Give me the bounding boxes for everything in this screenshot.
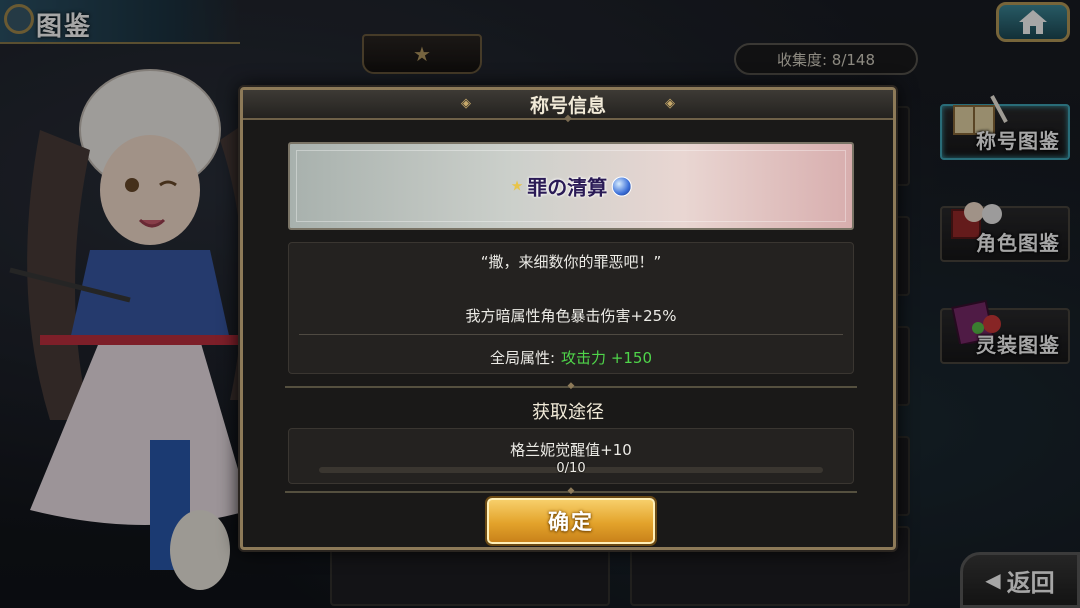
title-banner: ★ 罪の清算 [288, 142, 854, 230]
diamond-ornament-icon: ◈ [461, 96, 471, 111]
ornament-icon: ◆ [564, 113, 572, 124]
divider-ornament-icon: ◆ [567, 486, 575, 496]
dark-orb-icon [611, 176, 632, 196]
title-badge-name: 罪の清算 [527, 175, 608, 200]
dialog-header: ◈ 称号信息 ◈ ◆ [243, 90, 893, 124]
confirm-button-label: 确定 [548, 510, 594, 534]
acquire-section-title: 获取途径 [532, 402, 604, 423]
global-attribute: 全局属性: 攻击力 +150 [289, 347, 853, 368]
acquire-condition-panel: 格兰妮觉醒值+10 0/10 [288, 428, 854, 484]
diamond-ornament-icon: ◈ [665, 96, 675, 111]
global-attribute-label: 全局属性: [489, 349, 556, 367]
divider-ornament-icon: ◆ [567, 381, 575, 391]
title-description-panel: “撒，来细数你的罪恶吧！” 我方暗属性角色暴击伤害+25% 全局属性: 攻击力 +… [288, 242, 854, 374]
global-attribute-bonus: 攻击力 +150 [561, 349, 653, 367]
title-effect: 我方暗属性角色暴击伤害+25% [465, 307, 677, 325]
divider-line [299, 334, 843, 335]
title-quote: “撒，来细数你的罪恶吧！” [480, 253, 662, 271]
confirm-button[interactable]: 确定 [487, 498, 655, 544]
section-divider: ◆ [285, 486, 857, 496]
star-sparkle-icon: ★ [510, 178, 524, 194]
title-badge: ★ 罪の清算 [511, 172, 632, 201]
progress-count: 0/10 [556, 461, 586, 476]
game-scene: 图鉴 ★ 收集度: 8/148 称号图鉴 角色图鉴 灵装图鉴 ◀ 返回 ◈ 称号… [0, 0, 1080, 608]
acquire-condition: 格兰妮觉醒值+10 [510, 441, 632, 459]
section-divider: ◆ [285, 381, 857, 391]
title-info-dialog: ◈ 称号信息 ◈ ◆ ★ 罪の清算 “撒，来细数你的罪恶吧！” 我方暗属性角色暴… [240, 87, 896, 550]
